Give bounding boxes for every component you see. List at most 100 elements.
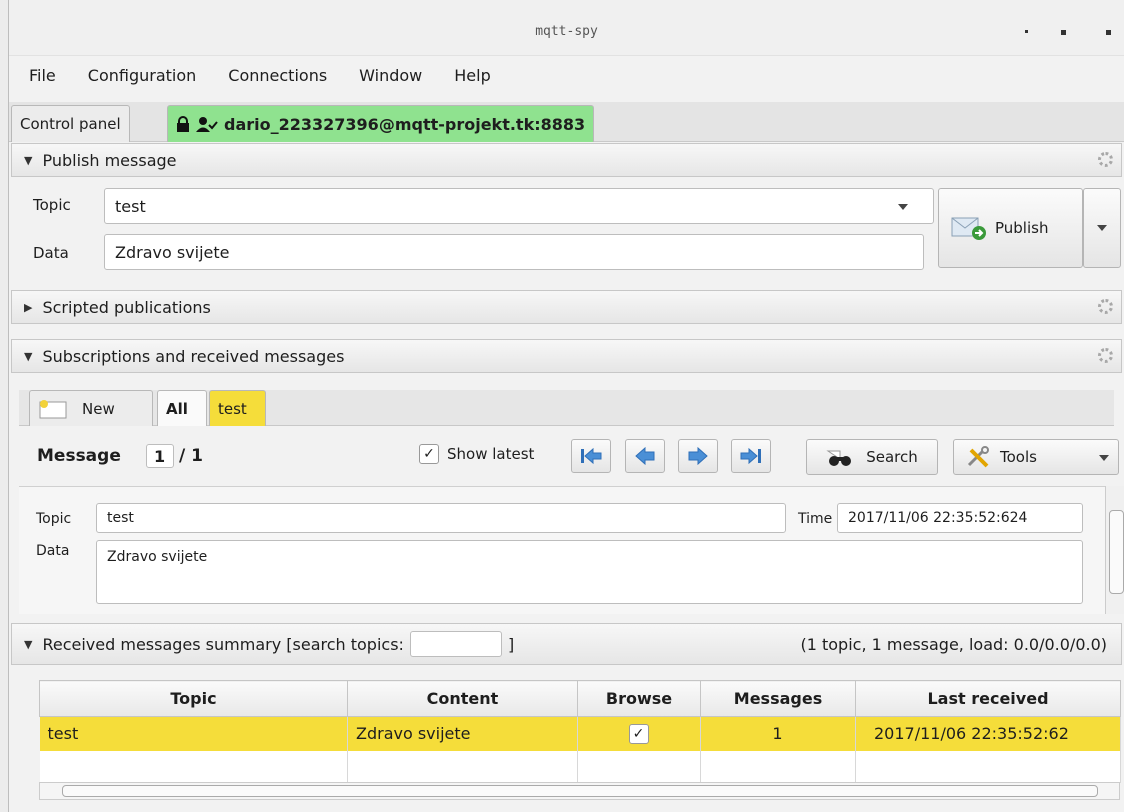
menu-bar: File Configuration Connections Window He… [9,56,1124,94]
subscription-tabs: New All test [19,390,1114,426]
column-last-received[interactable]: Last received [855,680,1121,717]
next-message-button[interactable] [678,439,718,473]
gear-icon[interactable] [1098,348,1113,363]
publish-data-label: Data [33,244,69,262]
tools-button[interactable]: Tools [953,439,1119,475]
detail-time-label: Time [798,511,833,527]
summary-header-prefix: Received messages summary [search topics… [42,634,404,654]
summary-search-topics-input[interactable] [409,631,502,657]
detail-topic-label: Topic [36,511,72,527]
row-topic: test [39,716,348,751]
summary-header-suffix: ] [507,634,515,654]
app-window: mqtt-spy File Configuration Connections … [8,0,1124,812]
detail-vertical-scrollbar[interactable] [1105,486,1124,614]
tab-all[interactable]: All [157,390,207,426]
close-button[interactable] [1106,30,1111,35]
detail-data-label: Data [36,543,70,559]
publish-options-dropdown[interactable] [1083,188,1121,268]
menu-configuration[interactable]: Configuration [88,66,197,85]
search-button-label: Search [866,448,918,466]
detail-data-value: Zdravo svijete [107,549,208,565]
user-connected-icon [196,117,218,132]
column-topic[interactable]: Topic [39,680,348,717]
scrollbar-thumb[interactable] [62,785,1098,797]
right-arrow-icon [688,447,708,465]
checkbox-checked-icon[interactable]: ✓ [628,724,649,745]
publish-topic-label: Topic [33,196,71,214]
scrollbar-thumb[interactable] [1109,510,1124,594]
column-messages[interactable]: Messages [700,680,856,717]
tab-connection[interactable]: dario_223327396@mqtt-projekt.tk:8883 [167,105,595,142]
show-latest-label: Show latest [447,445,535,463]
first-message-button[interactable] [571,439,611,473]
gear-icon[interactable] [1098,299,1113,314]
summary-horizontal-scrollbar[interactable] [39,782,1120,800]
detail-time-field[interactable]: 2017/11/06 22:35:52:624 [837,503,1083,533]
publish-button[interactable]: Publish [938,188,1083,268]
new-subscription-icon [39,399,67,418]
menu-window[interactable]: Window [359,66,422,85]
publish-topic-input[interactable]: test [104,188,934,224]
last-message-button[interactable] [731,439,771,473]
checkbox-checked-icon: ✓ [419,444,439,464]
scripted-section-header[interactable]: ▶ Scripted publications [11,290,1122,324]
detail-topic-value: test [107,510,134,526]
chevron-down-icon[interactable] [898,204,908,210]
publish-data-input[interactable]: Zdravo svijete [104,234,924,270]
message-index-input[interactable]: 1 [146,444,174,468]
tab-test[interactable]: test [209,390,266,426]
collapsed-arrow-icon: ▶ [24,300,33,314]
row-last-received: 2017/11/06 22:35:52:62 [855,716,1121,751]
binoculars-icon [826,450,852,466]
row-messages: 1 [700,716,856,751]
column-browse[interactable]: Browse [577,680,701,717]
tab-new-label: New [82,399,115,418]
menu-help[interactable]: Help [454,66,490,85]
detail-data-field[interactable]: Zdravo svijete [96,540,1083,604]
expand-arrow-icon: ▼ [24,349,33,363]
search-button[interactable]: Search [806,439,938,475]
publish-data-value: Zdravo svijete [115,242,230,262]
expand-arrow-icon: ▼ [24,637,33,651]
tools-button-label: Tools [1000,448,1037,466]
maximize-button[interactable] [1061,30,1066,35]
publish-section-title: Publish message [42,150,177,170]
publish-topic-value: test [115,196,146,216]
detail-topic-field[interactable]: test [96,503,786,533]
menu-file[interactable]: File [29,66,56,85]
chevron-down-icon [1099,455,1109,461]
table-header-row: Topic Content Browse Messages Last recei… [39,680,1121,717]
summary-table: Topic Content Browse Messages Last recei… [39,680,1121,783]
expand-arrow-icon: ▼ [24,153,33,167]
subscriptions-section-title: Subscriptions and received messages [42,346,345,366]
message-index-value: 1 [154,446,166,466]
previous-message-button[interactable] [625,439,665,473]
chevron-down-icon [1097,225,1107,231]
connection-tabs: Control panel dario_223327396@mqtt-proje… [9,102,1124,142]
summary-section-header[interactable]: ▼ Received messages summary [search topi… [11,623,1122,665]
window-title: mqtt-spy [535,24,598,39]
tools-icon [967,446,989,468]
publish-section-header[interactable]: ▼ Publish message [11,143,1122,177]
column-content[interactable]: Content [347,680,578,717]
table-row-empty [39,750,1121,783]
table-row[interactable]: test Zdravo svijete ✓ 1 2017/11/06 22:35… [39,716,1121,751]
tab-control-panel[interactable]: Control panel [11,105,130,142]
detail-time-value: 2017/11/06 22:35:52:624 [848,510,1028,526]
minimize-button[interactable] [1025,30,1028,33]
show-latest-checkbox[interactable]: ✓ Show latest [419,444,534,464]
message-label: Message [37,446,121,466]
gear-icon[interactable] [1098,152,1113,167]
lock-icon [177,116,189,132]
tab-new-subscription[interactable]: New [29,390,153,426]
menu-connections[interactable]: Connections [228,66,327,85]
first-arrow-icon [581,447,602,465]
left-arrow-icon [635,447,655,465]
connection-name: dario_223327396@mqtt-projekt.tk:8883 [224,114,586,134]
subscriptions-section-header[interactable]: ▼ Subscriptions and received messages [11,339,1122,373]
title-bar: mqtt-spy [9,0,1124,56]
row-browse[interactable]: ✓ [577,716,701,751]
row-content: Zdravo svijete [347,716,578,751]
summary-stats: (1 topic, 1 message, load: 0.0/0.0/0.0) [800,634,1107,654]
last-arrow-icon [740,447,761,465]
